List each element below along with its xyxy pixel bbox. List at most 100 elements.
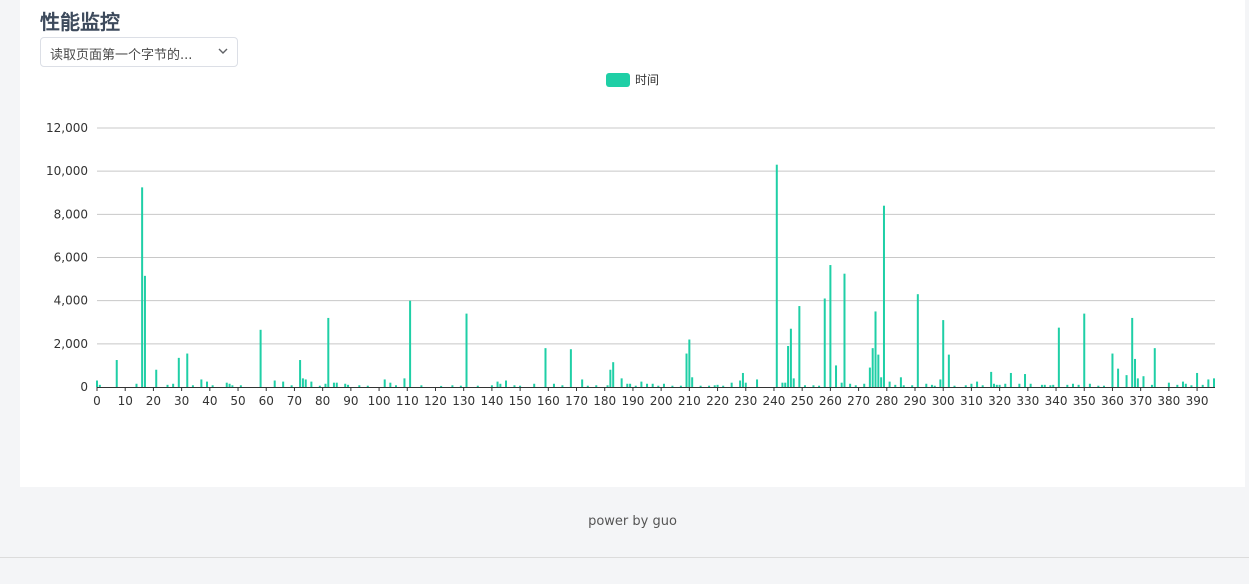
bar xyxy=(299,360,302,387)
bar xyxy=(327,317,330,387)
bar xyxy=(1009,372,1012,387)
bottom-divider xyxy=(0,557,1249,558)
x-tick-label: 250 xyxy=(791,394,814,408)
bar-chart: 0 2,000 4,000 6,000 8,000 10,000 12,000 0 10 20 30… xyxy=(46,73,1215,408)
bar xyxy=(1057,327,1060,387)
bar xyxy=(792,378,795,387)
bar xyxy=(775,164,778,387)
bar xyxy=(533,383,536,387)
bar xyxy=(273,380,276,387)
bar xyxy=(992,383,995,387)
bar xyxy=(1024,374,1027,387)
bar xyxy=(394,385,397,387)
x-tick-label: 390 xyxy=(1186,394,1209,408)
bar xyxy=(1201,384,1204,387)
bar xyxy=(1207,379,1210,387)
bar xyxy=(894,384,897,387)
bar xyxy=(691,377,694,387)
bar xyxy=(640,381,643,387)
bar xyxy=(1142,376,1145,387)
bar xyxy=(1102,385,1105,387)
bar xyxy=(874,311,877,387)
bar xyxy=(1176,384,1179,387)
bar xyxy=(781,382,784,387)
bar xyxy=(409,300,412,387)
bar xyxy=(823,298,826,387)
bar xyxy=(1184,383,1187,387)
bar xyxy=(519,385,522,387)
bar xyxy=(1088,383,1091,387)
bar xyxy=(172,383,175,387)
bar xyxy=(206,381,209,387)
x-tick-label: 380 xyxy=(1157,394,1180,408)
bar xyxy=(318,385,321,387)
bar xyxy=(347,384,350,387)
bar xyxy=(818,385,821,387)
bar xyxy=(211,385,214,387)
bar xyxy=(899,377,902,387)
bar xyxy=(925,383,928,387)
bar xyxy=(688,339,691,387)
bar xyxy=(1097,385,1100,387)
x-tick-label: 370 xyxy=(1129,394,1152,408)
bar xyxy=(998,384,1001,387)
bar xyxy=(1040,384,1043,387)
bar xyxy=(1150,384,1153,387)
bar xyxy=(634,385,637,387)
x-tick-label: 190 xyxy=(621,394,644,408)
legend-label: 时间 xyxy=(635,73,659,87)
x-tick-label: 330 xyxy=(1016,394,1039,408)
bar xyxy=(739,380,742,387)
bar xyxy=(403,378,406,387)
bar xyxy=(552,383,555,387)
bar xyxy=(96,380,98,387)
bar xyxy=(976,381,979,387)
bar xyxy=(964,385,967,387)
bar xyxy=(143,275,146,387)
bar xyxy=(933,385,936,387)
bar xyxy=(744,382,747,387)
bar xyxy=(344,383,347,387)
bar xyxy=(939,379,942,387)
bar xyxy=(888,381,891,387)
x-tick-label: 300 xyxy=(932,394,955,408)
bar xyxy=(863,383,866,387)
bar xyxy=(871,348,874,387)
bar xyxy=(451,385,454,387)
x-tick-label: 180 xyxy=(593,394,616,408)
bar xyxy=(1083,313,1086,387)
x-tick-label: 50 xyxy=(230,394,245,408)
bar xyxy=(1004,383,1007,387)
bar xyxy=(671,385,674,387)
x-tick-label: 170 xyxy=(565,394,588,408)
bar xyxy=(259,329,262,387)
bar xyxy=(1167,382,1170,387)
bar xyxy=(606,385,609,387)
bar xyxy=(970,383,973,387)
bar xyxy=(784,382,787,387)
y-tick-label: 2,000 xyxy=(54,337,88,351)
bar xyxy=(1077,384,1080,387)
x-tick-label: 80 xyxy=(315,394,330,408)
y-tick-label: 4,000 xyxy=(54,294,88,308)
bar xyxy=(231,385,234,387)
bar xyxy=(1018,383,1021,387)
y-tick-label: 8,000 xyxy=(54,207,88,221)
bar xyxy=(1029,383,1032,387)
bar xyxy=(708,385,711,387)
bar xyxy=(609,369,612,387)
bar xyxy=(990,371,993,387)
bar xyxy=(225,382,228,387)
bar xyxy=(561,385,564,387)
bar xyxy=(332,382,335,387)
bar xyxy=(882,205,885,387)
bar xyxy=(787,345,790,387)
bar xyxy=(135,383,138,387)
bar xyxy=(499,383,502,387)
bar xyxy=(662,383,665,387)
y-tick-label: 12,000 xyxy=(46,121,88,135)
bar xyxy=(713,385,716,387)
bar xyxy=(476,385,479,387)
bar xyxy=(177,357,180,387)
bar xyxy=(1181,381,1184,387)
